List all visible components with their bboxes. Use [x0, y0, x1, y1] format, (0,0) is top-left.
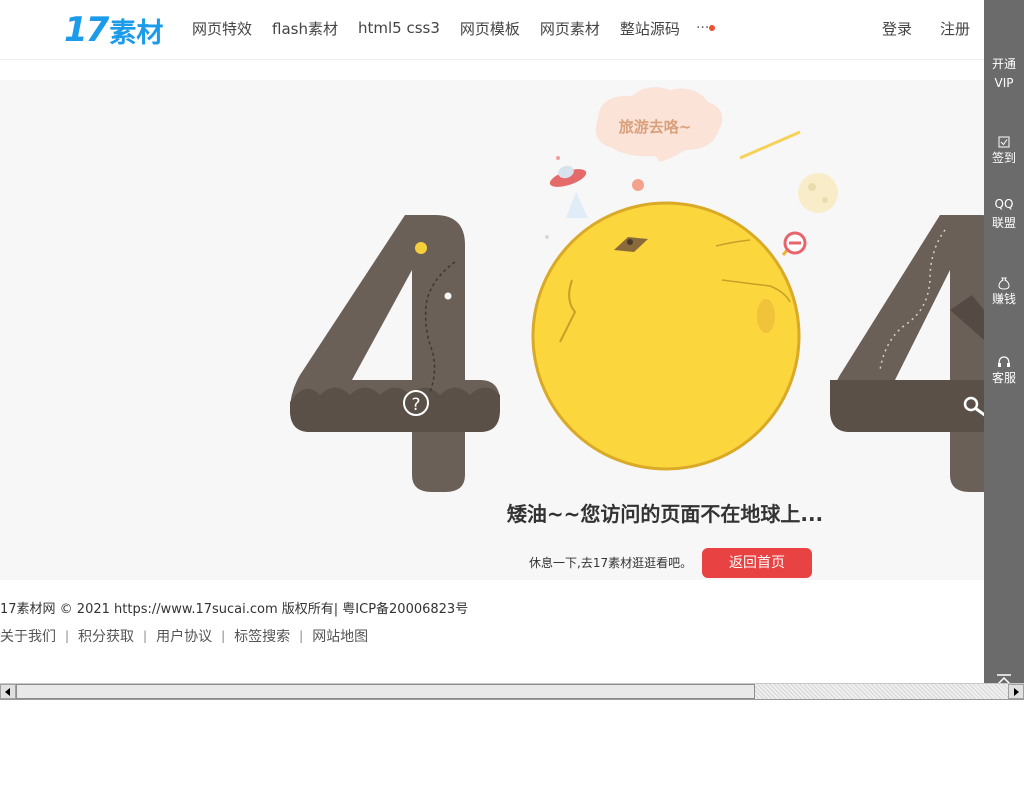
more-dots-label: ··· — [695, 20, 710, 36]
no-entry-sign — [781, 231, 807, 256]
cloud-text: 旅游去咯~ — [619, 118, 692, 136]
footer-link-about[interactable]: 关于我们 — [0, 626, 56, 646]
nav-item-effects[interactable]: 网页特效 — [192, 18, 252, 39]
footer-separator: | — [221, 629, 226, 643]
logo-number: 17 — [64, 10, 109, 50]
horizontal-scrollbar[interactable] — [0, 683, 1024, 700]
footer-separator: | — [299, 629, 304, 643]
qq-label-line1: QQ — [994, 197, 1014, 211]
right-digit-four — [830, 215, 984, 492]
nav-more-button[interactable]: ··· — [695, 20, 716, 36]
scrollbar-thumb[interactable] — [16, 684, 755, 699]
nav-item-flash[interactable]: flash素材 — [272, 18, 338, 39]
footer-link-points[interactable]: 积分获取 — [78, 626, 134, 646]
arrow-left-icon — [5, 687, 10, 696]
main-nav: 网页特效 flash素材 html5 css3 网页模板 网页素材 整站源码 ·… — [182, 0, 716, 56]
footer-separator: | — [65, 629, 70, 643]
vip-label-line2: VIP — [994, 76, 1014, 90]
error-404-section: ? 旅游去咯~ 矮油~~您访问的页面不在地球上... 休息一下,去17素材逛逛看… — [0, 80, 984, 580]
sidebar-vip[interactable]: 开通 VIP — [984, 55, 1024, 93]
error-message: 矮油~~您访问的页面不在地球上... — [506, 502, 824, 526]
sidebar-signin[interactable]: 签到 — [984, 135, 1024, 168]
sidebar-qq-union[interactable]: QQ 联盟 — [984, 195, 1024, 233]
svg-text:?: ? — [411, 395, 420, 415]
thought-cloud: 旅游去咯~ — [595, 87, 723, 162]
qq-label-line2: 联盟 — [991, 216, 1016, 230]
moon-planet — [531, 201, 801, 471]
vip-label-line1: 开通 — [991, 57, 1016, 71]
arrow-right-icon — [1014, 687, 1019, 696]
site-logo[interactable]: 17 素材 — [64, 10, 164, 50]
nav-item-templates[interactable]: 网页模板 — [460, 18, 520, 39]
logo-text: 素材 — [109, 17, 164, 49]
right-sidebar: 开通 VIP 签到 QQ 联盟 赚钱 客服 — [984, 0, 1024, 700]
footer-link-tag-search[interactable]: 标签搜索 — [234, 626, 290, 646]
sidebar-customer-service[interactable]: 客服 — [984, 355, 1024, 388]
footer-separator: | — [143, 629, 148, 643]
suggestion-text: 休息一下,去17素材逛逛看吧。 — [529, 556, 693, 570]
checkbox-icon — [998, 136, 1010, 148]
money-bag-icon — [998, 277, 1010, 290]
left-digit-four: ? — [290, 215, 500, 492]
login-link[interactable]: 登录 — [882, 0, 912, 56]
signin-label: 签到 — [991, 151, 1016, 165]
new-badge-dot — [709, 25, 716, 31]
top-header: 17 素材 网页特效 flash素材 html5 css3 网页模板 网页素材 … — [0, 0, 984, 60]
scroll-right-button[interactable] — [1008, 684, 1024, 699]
copyright-text: 17素材网 © 2021 https://www.17sucai.com 版权所… — [0, 602, 469, 617]
sidebar-earn[interactable]: 赚钱 — [984, 276, 1024, 309]
nav-item-html5[interactable]: html5 css3 — [358, 19, 440, 37]
headset-icon — [998, 356, 1010, 367]
footer-links: 关于我们 | 积分获取 | 用户协议 | 标签搜索 | 网站地图 — [0, 626, 368, 646]
footer-link-sitemap[interactable]: 网站地图 — [312, 626, 368, 646]
footer-link-agreement[interactable]: 用户协议 — [156, 626, 212, 646]
service-label: 客服 — [991, 371, 1016, 385]
scroll-left-button[interactable] — [0, 684, 16, 699]
back-home-button[interactable]: 返回首页 — [702, 548, 812, 578]
nav-item-source[interactable]: 整站源码 — [620, 18, 680, 39]
register-link[interactable]: 注册 — [940, 0, 970, 56]
nav-item-web-assets[interactable]: 网页素材 — [540, 18, 600, 39]
page: 17 素材 网页特效 flash素材 html5 css3 网页模板 网页素材 … — [0, 0, 1024, 800]
earn-label: 赚钱 — [991, 292, 1016, 306]
